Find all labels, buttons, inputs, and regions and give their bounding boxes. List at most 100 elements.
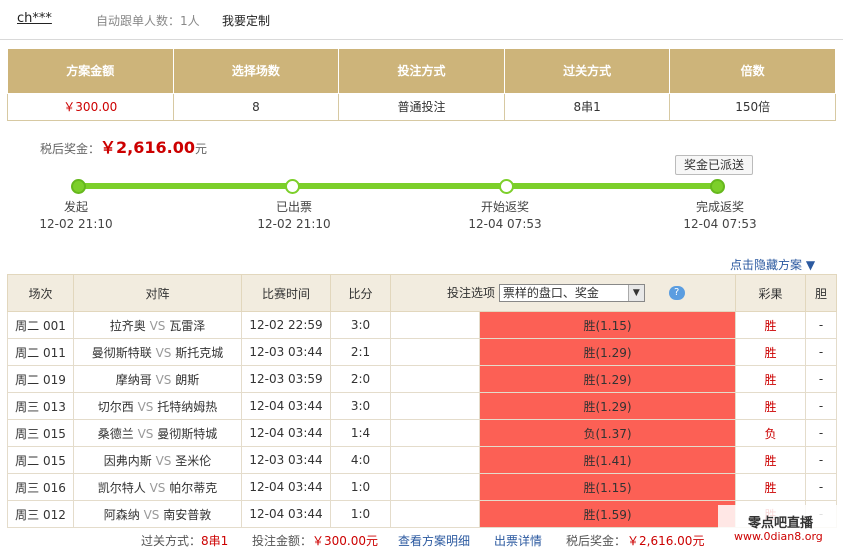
match-score: 3:0 — [330, 392, 391, 420]
plan-summary-table: 方案金额 选择场数 投注方式 过关方式 倍数 ￥300.00 8 普通投注 8串… — [7, 49, 836, 121]
ticket-detail-link[interactable]: 出票详情 — [494, 532, 542, 549]
col-header-no: 场次 — [7, 274, 74, 312]
match-result: 胜 — [735, 446, 807, 474]
vs-label: VS — [137, 426, 154, 441]
select-value: 票样的盘口、奖金 — [502, 286, 599, 301]
home-team: 因弗内斯 — [103, 453, 152, 468]
match-result: 胜 — [735, 338, 807, 366]
banker-flag: - — [805, 419, 838, 447]
match-teams: 因弗内斯 VS 圣米伦 — [73, 446, 242, 474]
option-blank — [390, 446, 480, 474]
user-name-link[interactable]: ch*** — [17, 11, 52, 26]
match-no: 周三 013 — [7, 392, 74, 420]
option-blank — [390, 500, 480, 528]
progress-node-initiated — [71, 179, 86, 194]
option-blank — [390, 311, 480, 339]
progress-step: 已出票 12-02 21:10 — [244, 199, 344, 233]
option-label: 投注选项 — [447, 285, 496, 300]
watermark-url: www.0dian8.org — [734, 530, 823, 543]
away-team: 瓦雷泽 — [169, 318, 206, 333]
match-score: 2:0 — [330, 365, 391, 393]
summary-header: 过关方式 — [503, 49, 671, 94]
bet-pick: 胜(1.29) — [478, 365, 737, 393]
matches-table: 场次 对阵 比赛时间 比分 投注选项 票样的盘口、奖金 ▼ ? 彩果 胆 周二 0… — [7, 274, 838, 528]
banker-flag: - — [805, 311, 838, 339]
match-score: 1:0 — [330, 473, 391, 501]
away-team: 曼彻斯特城 — [157, 426, 218, 441]
table-row: 周三 013 切尔西 VS 托特纳姆热 12-04 03:44 3:0 胜(1.… — [7, 392, 838, 420]
home-team: 阿森纳 — [103, 507, 140, 522]
home-team: 桑德兰 — [97, 426, 134, 441]
option-blank — [390, 338, 480, 366]
match-teams: 阿森纳 VS 南安普敦 — [73, 500, 242, 528]
match-time: 12-04 03:44 — [241, 500, 331, 528]
match-count: 8 — [172, 92, 340, 121]
prize-unit: 元 — [194, 142, 207, 156]
progress-step: 开始返奖 12-04 07:53 — [455, 199, 555, 233]
table-row: 周二 001 拉齐奥 VS 瓦雷泽 12-02 22:59 3:0 胜(1.15… — [7, 311, 838, 339]
match-teams: 桑德兰 VS 曼彻斯特城 — [73, 419, 242, 447]
home-team: 曼彻斯特联 — [91, 345, 152, 360]
prize-label: 税后奖金： — [40, 142, 101, 156]
match-no: 周二 019 — [7, 365, 74, 393]
watermark-title: 零点吧直播 — [748, 516, 814, 531]
match-teams: 曼彻斯特联 VS 斯托克城 — [73, 338, 242, 366]
bet-pick: 胜(1.29) — [478, 392, 737, 420]
match-score: 3:0 — [330, 311, 391, 339]
col-header-banker: 胆 — [805, 274, 838, 312]
bet-type: 普通投注 — [338, 92, 505, 121]
home-team: 摩纳哥 — [115, 372, 152, 387]
footer-prize-label: 税后奖金： — [566, 534, 627, 548]
vs-label: VS — [143, 507, 160, 522]
hide-plan-link[interactable]: 点击隐藏方案 ▼ — [730, 256, 815, 273]
away-team: 南安普敦 — [163, 507, 212, 522]
footer-bet-value: ￥300.00元 — [312, 534, 378, 548]
match-score: 2:1 — [330, 338, 391, 366]
vs-label: VS — [155, 372, 172, 387]
home-team: 凯尔特人 — [97, 480, 146, 495]
match-no: 周三 012 — [7, 500, 74, 528]
match-teams: 拉齐奥 VS 瓦雷泽 — [73, 311, 242, 339]
vs-label: VS — [137, 399, 154, 414]
top-bar: ch*** 自动跟单人数：1人 我要定制 — [0, 0, 843, 40]
summary-header: 倍数 — [669, 49, 836, 94]
away-team: 斯托克城 — [175, 345, 224, 360]
match-time: 12-04 03:44 — [241, 392, 331, 420]
option-blank — [390, 392, 480, 420]
table-row: 周二 019 摩纳哥 VS 朗斯 12-03 03:59 2:0 胜(1.29)… — [7, 365, 838, 393]
progress-node-ticketed — [285, 179, 300, 194]
prize-sent-button[interactable]: 奖金已派送 — [675, 155, 753, 175]
custom-link[interactable]: 我要定制 — [222, 12, 270, 29]
vs-label: VS — [149, 318, 166, 333]
banker-flag: - — [805, 446, 838, 474]
after-tax-prize: 税后奖金：￥2,616.00元 — [40, 134, 207, 158]
col-header-option: 投注选项 票样的盘口、奖金 ▼ ? — [389, 274, 737, 312]
bet-pick: 胜(1.15) — [478, 473, 737, 501]
help-icon[interactable]: ? — [668, 286, 685, 301]
match-no: 周三 016 — [7, 473, 74, 501]
summary-header: 选择场数 — [172, 49, 340, 94]
auto-follow-info: 自动跟单人数：1人 — [96, 12, 200, 29]
progress-track — [78, 183, 718, 189]
step-label: 已出票 — [275, 200, 312, 214]
home-team: 切尔西 — [97, 399, 134, 414]
col-header-result: 彩果 — [735, 274, 807, 312]
option-blank — [390, 419, 480, 447]
banker-flag: - — [805, 338, 838, 366]
match-result: 胜 — [735, 392, 807, 420]
match-time: 12-02 22:59 — [241, 311, 331, 339]
match-teams: 切尔西 VS 托特纳姆热 — [73, 392, 242, 420]
match-result: 胜 — [735, 365, 807, 393]
match-score: 4:0 — [330, 446, 391, 474]
vs-label: VS — [155, 453, 172, 468]
step-time: 12-04 07:53 — [468, 217, 542, 231]
step-time: 12-02 21:10 — [257, 217, 331, 231]
table-row: 周三 012 阿森纳 VS 南安普敦 12-04 03:44 1:0 胜(1.5… — [7, 500, 838, 528]
match-time: 12-03 03:44 — [241, 338, 331, 366]
chevron-down-icon[interactable]: ▼ — [627, 285, 644, 302]
odds-display-select[interactable]: 票样的盘口、奖金 ▼ — [498, 284, 645, 303]
vs-label: VS — [149, 480, 166, 495]
bet-pick: 胜(1.59) — [478, 500, 737, 528]
option-blank — [390, 365, 480, 393]
view-plan-detail-link[interactable]: 查看方案明细 — [398, 532, 470, 549]
